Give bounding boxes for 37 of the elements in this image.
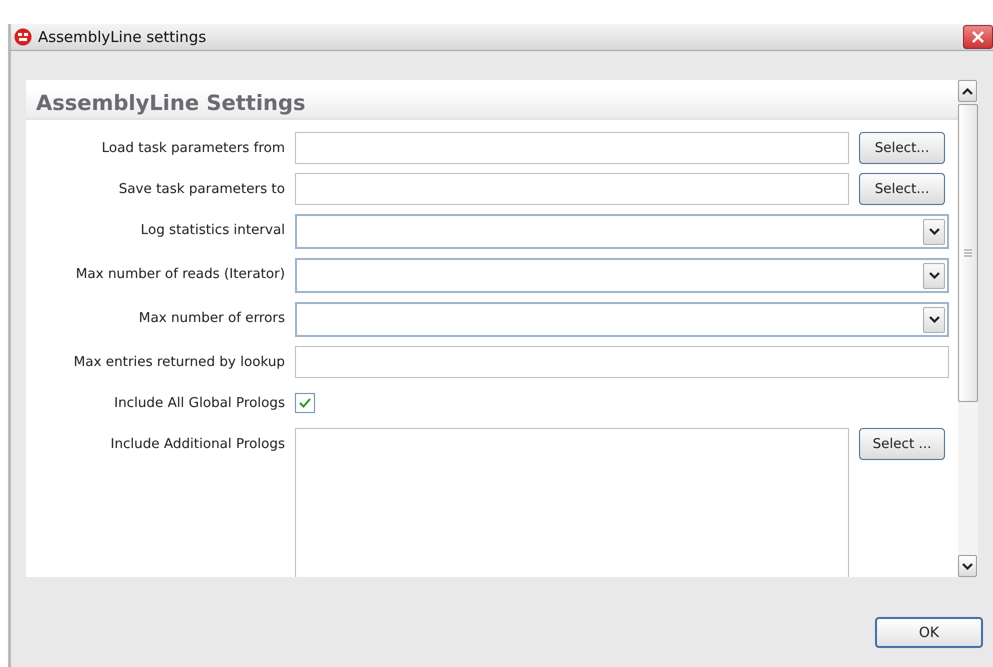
input-field[interactable] <box>295 346 949 378</box>
field-label: Log statistics interval <box>140 221 285 240</box>
scroll-up-button[interactable] <box>958 80 977 102</box>
scroll-down-button[interactable] <box>958 555 977 577</box>
grip-icon <box>964 249 972 257</box>
select-button[interactable]: Select ... <box>859 428 945 460</box>
field-label: Include Additional Prologs <box>109 435 285 454</box>
field-label: Include All Global Prologs <box>113 394 285 413</box>
dropdown-field[interactable] <box>295 302 949 337</box>
scrollbar[interactable] <box>958 80 978 577</box>
path-field[interactable] <box>295 132 849 164</box>
select-button[interactable]: Select... <box>859 173 945 205</box>
checkbox[interactable] <box>295 393 315 413</box>
field-label: Max entries returned by lookup <box>72 353 285 372</box>
select-button[interactable]: Select... <box>859 132 945 164</box>
checkmark-icon <box>299 398 311 408</box>
field-label: Max number of errors <box>138 309 285 328</box>
chevron-down-icon <box>928 228 940 235</box>
chevron-down-icon <box>928 316 940 323</box>
chevron-down-icon <box>962 562 973 570</box>
dropdown-button[interactable] <box>923 262 945 288</box>
chevron-down-icon <box>928 272 940 279</box>
field-label: Load task parameters from <box>100 139 285 158</box>
dropdown-button[interactable] <box>923 306 945 332</box>
field-label: Max number of reads (Iterator) <box>74 265 285 284</box>
chevron-up-icon <box>962 88 973 94</box>
window-title: AssemblyLine settings <box>38 28 208 46</box>
ok-button[interactable]: OK <box>875 617 983 648</box>
dropdown-field[interactable] <box>295 214 949 249</box>
app-logo-icon <box>14 28 32 46</box>
close-button[interactable] <box>963 25 993 49</box>
close-icon <box>971 30 985 44</box>
scroll-thumb[interactable] <box>958 104 978 402</box>
field-label: Save task parameters to <box>118 180 285 199</box>
dropdown-field[interactable] <box>295 258 949 293</box>
dropdown-button[interactable] <box>923 218 945 244</box>
path-field[interactable] <box>295 173 849 205</box>
